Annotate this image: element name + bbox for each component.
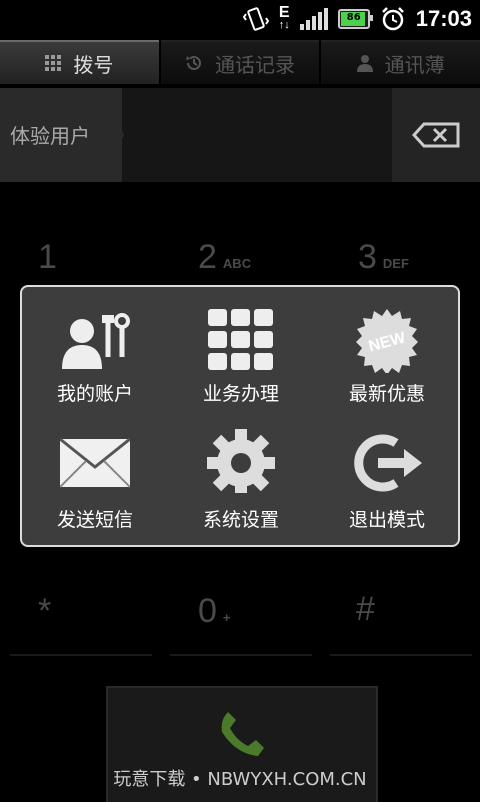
- key-digit: 3: [358, 238, 377, 276]
- key-digit: 1: [38, 238, 57, 276]
- menu-item-my-account[interactable]: 我的账户: [22, 291, 168, 411]
- account-tools-icon: [62, 313, 130, 369]
- key-digit: *: [38, 592, 52, 630]
- battery-icon: 86: [337, 9, 373, 29]
- key-hash[interactable]: #: [356, 590, 375, 629]
- key-3[interactable]: 3 DEF: [358, 238, 409, 277]
- key-divider: [170, 654, 312, 656]
- key-star[interactable]: *: [38, 592, 51, 631]
- grid-icon: [45, 55, 62, 71]
- key-2[interactable]: 2 ABC: [198, 238, 251, 277]
- network-type: E: [278, 4, 290, 21]
- exit-icon: [354, 434, 422, 492]
- key-0[interactable]: 0 +: [198, 592, 231, 631]
- menu-label: 我的账户: [56, 383, 133, 405]
- vibrate-icon: [242, 7, 269, 31]
- person-icon: [356, 55, 373, 72]
- key-letters: ABC: [222, 256, 252, 271]
- status-icons: E ↑↓ 86 17:03: [242, 0, 472, 38]
- tab-bar: 拨号 通话记录 通讯薄: [0, 40, 480, 84]
- tab-dialer[interactable]: 拨号: [0, 40, 159, 84]
- new-badge-icon: NEW: [356, 309, 418, 373]
- watermark: 玩意下载 • NBWYXH.COM.CN: [113, 769, 367, 790]
- menu-label: 发送短信: [56, 509, 133, 531]
- battery-level: 86: [346, 12, 361, 23]
- grid-icon: [208, 309, 273, 370]
- number-input-row: 体验用户: [0, 88, 480, 182]
- tab-label: 通话记录: [215, 52, 295, 77]
- envelope-icon: [60, 437, 130, 488]
- tab-label: 拨号: [73, 52, 114, 77]
- menu-item-latest-offers[interactable]: NEW 最新优惠: [314, 291, 460, 411]
- phone-icon: [221, 712, 264, 756]
- tab-call-history[interactable]: 通话记录: [160, 40, 320, 84]
- dial-input[interactable]: 体验用户: [10, 120, 90, 149]
- menu-label: 最新优惠: [348, 383, 425, 405]
- key-divider: [10, 654, 152, 656]
- options-menu: 我的账户 业务办理 NEW 最新优惠 发送短信 系统设置 退出模式: [20, 285, 460, 547]
- menu-item-system-settings[interactable]: 系统设置: [168, 417, 314, 537]
- history-icon: [186, 55, 201, 70]
- menu-label: 退出模式: [348, 509, 425, 531]
- signal-icon: [299, 8, 328, 30]
- status-time: 17:03: [415, 6, 472, 31]
- key-digit: 0: [198, 592, 217, 630]
- key-digit: 2: [198, 238, 217, 276]
- key-1[interactable]: 1: [38, 238, 57, 277]
- key-divider: [330, 654, 472, 656]
- status-bar: E ↑↓ 86 17:03: [0, 0, 480, 38]
- key-letters: DEF: [382, 256, 409, 271]
- alarm-clock-icon: [381, 7, 404, 31]
- backspace-button[interactable]: [392, 88, 480, 182]
- menu-label: 业务办理: [202, 383, 279, 405]
- key-digit: #: [356, 590, 375, 628]
- gear-icon: [207, 429, 275, 493]
- network-indicator: E ↑↓: [278, 4, 290, 32]
- tab-label: 通讯薄: [384, 52, 445, 77]
- menu-label: 系统设置: [202, 509, 279, 531]
- menu-item-exit-mode[interactable]: 退出模式: [314, 417, 460, 537]
- backspace-icon: [412, 122, 460, 148]
- tab-contacts[interactable]: 通讯薄: [321, 40, 480, 84]
- menu-item-services[interactable]: 业务办理: [168, 291, 314, 411]
- menu-item-send-sms[interactable]: 发送短信: [22, 417, 168, 537]
- key-letters: +: [222, 610, 231, 625]
